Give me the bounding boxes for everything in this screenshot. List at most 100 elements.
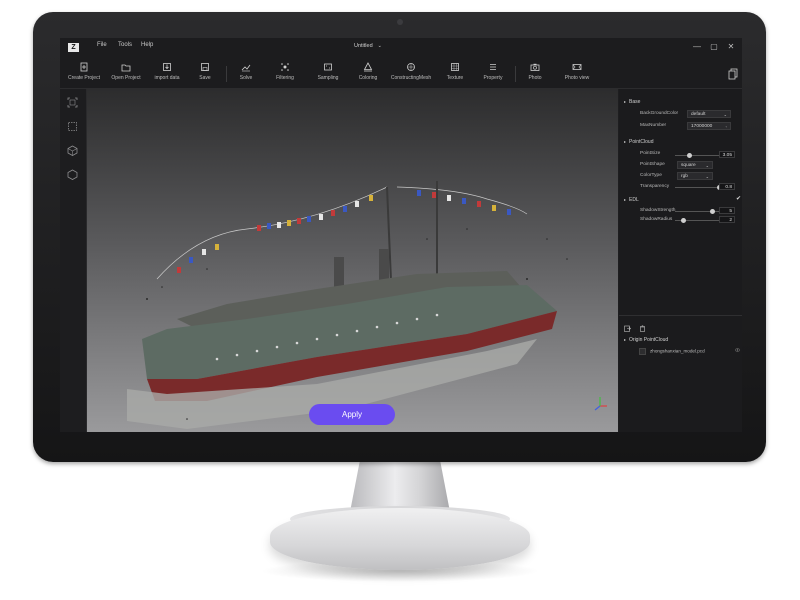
point-shape-value: square (681, 163, 696, 168)
title-bar: Z File Tools Help Untitled ⌄ — ▢ ✕ (60, 38, 742, 58)
texture-button[interactable]: Texture (443, 62, 467, 81)
menu-help[interactable]: Help (141, 42, 153, 48)
edl-enabled-checkbox[interactable]: ✔ (736, 195, 741, 202)
copy-icon[interactable] (728, 68, 738, 80)
menu-tools[interactable]: Tools (118, 42, 132, 48)
axis-gizmo-icon (594, 397, 607, 411)
view-tools-sidebar (60, 89, 87, 432)
import-data-label: import data (154, 75, 180, 81)
section-edl-title: EDL (629, 197, 639, 203)
section-pointcloud-title: PointCloud (629, 139, 654, 145)
point-size-input[interactable]: 3.05 (719, 151, 735, 158)
trash-icon[interactable] (639, 325, 646, 332)
close-button[interactable]: ✕ (725, 41, 737, 53)
expand-arrow-icon: ▸ (624, 99, 627, 104)
create-project-icon (80, 62, 88, 72)
open-project-icon (121, 64, 131, 72)
document-title[interactable]: Untitled ⌄ (354, 43, 382, 49)
monitor-base (270, 508, 530, 570)
section-base-title: Base (629, 99, 641, 105)
filtering-icon (281, 63, 289, 71)
panel-divider (619, 315, 742, 316)
constructing-mesh-label: ConstructingMesh (390, 75, 432, 81)
tree-group-origin-pointcloud[interactable]: ▸ Origin PointCloud (624, 337, 668, 343)
filtering-label: Filtering (276, 75, 294, 81)
shadow-radius-label: ShadowRadius (640, 217, 673, 222)
flag-string (156, 186, 388, 280)
create-project-button[interactable]: Create Project (66, 62, 102, 81)
background-color-select[interactable]: default ⌄ (687, 110, 731, 118)
chevron-down-icon: ⌄ (705, 174, 709, 179)
constructing-mesh-button[interactable]: ConstructingMesh (388, 62, 434, 81)
document-title-text: Untitled (354, 43, 373, 49)
photo-icon (530, 63, 540, 71)
fit-view-icon[interactable] (67, 97, 78, 108)
properties-panel: ▸ Base BackGroundColor default ⌄ MaxNumber… (619, 89, 742, 432)
expand-arrow-icon: ▸ (624, 197, 627, 202)
solve-icon (241, 64, 251, 72)
transparency-label: Transparency (640, 184, 670, 189)
cube-view-icon[interactable] (67, 145, 78, 156)
transparency-input[interactable]: 0.8 (719, 183, 735, 190)
minimize-button[interactable]: — (691, 41, 703, 53)
eye-icon[interactable] (735, 348, 740, 352)
visibility-checkbox[interactable] (639, 348, 646, 355)
ship-point-cloud (127, 181, 568, 429)
point-size-slider-handle[interactable] (686, 153, 692, 158)
section-base[interactable]: ▸ Base (624, 99, 640, 105)
box-view-icon[interactable] (67, 169, 78, 180)
section-pointcloud[interactable]: ▸ PointCloud (624, 139, 653, 145)
filtering-button[interactable]: Filtering (271, 62, 299, 81)
shadow-strength-label: ShadowStrength (640, 208, 676, 213)
tree-item-pointcloud-file[interactable]: zhongshanxian_model.pcd (639, 348, 705, 355)
coloring-button[interactable]: Coloring (354, 62, 382, 81)
coloring-icon (363, 62, 373, 72)
webcam (397, 19, 403, 25)
app-logo-icon: Z (68, 43, 79, 52)
sampling-button[interactable]: Sampling (314, 62, 342, 81)
background-color-label: BackGroundColor (640, 111, 679, 116)
solve-button[interactable]: Solve (234, 62, 258, 81)
point-shape-select[interactable]: square ⌄ (677, 161, 713, 169)
frame-select-icon[interactable] (67, 121, 78, 132)
chevron-down-icon: ⌄ (723, 112, 727, 117)
shadow-radius-slider-handle[interactable] (681, 218, 687, 223)
shadow-strength-slider-handle[interactable] (709, 209, 715, 214)
photo-view-icon (572, 64, 582, 70)
photo-view-button[interactable]: Photo view (560, 62, 594, 81)
toolbar-separator (515, 66, 516, 82)
sampling-icon (324, 63, 332, 71)
shadow-strength-input[interactable]: 5 (719, 207, 735, 214)
texture-label: Texture (446, 75, 464, 81)
export-icon[interactable] (624, 325, 631, 332)
shadow-radius-input[interactable]: 2 (719, 216, 735, 223)
open-project-button[interactable]: Open Project (108, 62, 144, 81)
max-number-value: 17000000 (691, 124, 713, 129)
monitor-neck (350, 460, 450, 512)
section-edl[interactable]: ▸ EDL (624, 197, 639, 203)
point-size-label: PointSize (640, 151, 661, 156)
solve-label: Solve (239, 75, 253, 81)
property-button[interactable]: Property (480, 62, 506, 81)
photo-button[interactable]: Photo (524, 62, 546, 81)
max-number-label: MaxNumber (640, 123, 667, 128)
photo-view-label: Photo view (564, 75, 590, 81)
expand-arrow-icon: ▸ (624, 337, 627, 342)
color-type-label: ColorType (640, 173, 662, 178)
import-data-icon (163, 63, 171, 71)
create-project-label: Create Project (68, 75, 100, 81)
save-button[interactable]: Save (193, 62, 217, 81)
mesh-icon (407, 63, 415, 71)
import-data-button[interactable]: import data (152, 62, 182, 81)
apply-button[interactable]: Apply (309, 404, 395, 425)
3d-viewport[interactable]: Apply (87, 89, 618, 432)
background-color-value: default (691, 112, 706, 117)
menu-file[interactable]: File (97, 42, 107, 48)
tree-item-file-name: zhongshanxian_model.pcd (650, 348, 705, 354)
property-icon (490, 64, 496, 70)
color-type-select[interactable]: rgb ⌄ (677, 172, 713, 180)
max-number-input[interactable]: 17000000 ◦ (687, 122, 731, 130)
maximize-button[interactable]: ▢ (708, 41, 720, 53)
open-project-label: Open Project (111, 75, 141, 81)
photo-label: Photo (528, 75, 542, 81)
